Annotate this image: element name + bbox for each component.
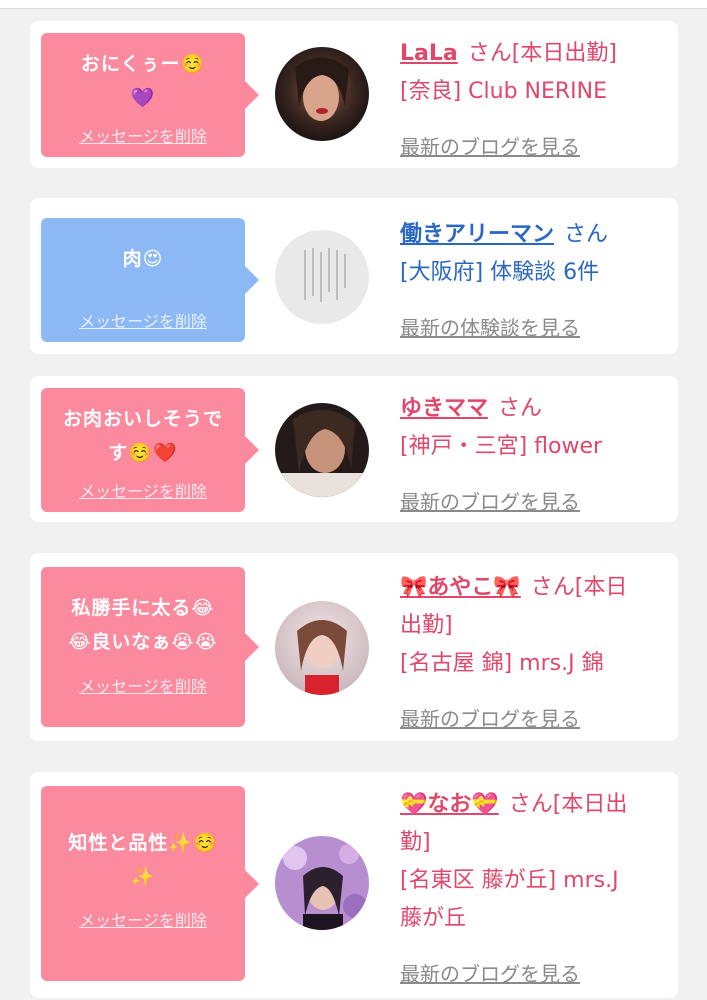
avatar[interactable] — [275, 47, 369, 141]
message-text: 知性と品性✨☺️ — [68, 832, 218, 854]
name-suffix: さん[本日出勤] — [467, 41, 617, 66]
user-name-link[interactable]: 働きアリーマン — [400, 222, 554, 247]
latest-blog-link[interactable]: 最新のブログを見る — [400, 958, 580, 987]
user-info: 🎀あやこ🎀 さん[本日 出勤] [名古屋 錦] mrs.J 錦 最新のブログを見る — [400, 569, 672, 731]
avatar[interactable] — [275, 230, 369, 324]
avatar[interactable] — [275, 836, 369, 930]
shop-name-line2: 藤が丘 — [400, 906, 467, 931]
name-suffix: さん — [498, 396, 543, 421]
profile-photo-icon — [275, 230, 369, 324]
latest-blog-link[interactable]: 最新のブログを見る — [400, 703, 580, 732]
profile-photo-icon — [275, 403, 369, 497]
user-name-link[interactable]: ゆきママ — [400, 396, 488, 421]
message-card: お肉おいしそうで す☺️❤️ メッセージを削除 ゆきママ さん [神戸・三宮] f… — [30, 376, 678, 522]
delete-message-link[interactable]: メッセージを削除 — [41, 123, 245, 147]
message-text-line2: 😂良いなぁ😭😭 — [68, 631, 218, 653]
shop-name: [奈良] Club NERINE — [400, 79, 608, 104]
delete-message-link[interactable]: メッセージを削除 — [41, 673, 245, 697]
top-divider — [0, 0, 707, 9]
latest-blog-link[interactable]: 最新のブログを見る — [400, 486, 580, 515]
message-bubble: 私勝手に太る😂 😂良いなぁ😭😭 メッセージを削除 — [41, 567, 259, 727]
latest-review-link[interactable]: 最新の体験談を見る — [400, 312, 580, 341]
message-bubble: 知性と品性✨☺️ ✨ メッセージを削除 — [41, 786, 259, 981]
latest-blog-link[interactable]: 最新のブログを見る — [400, 131, 580, 160]
avatar[interactable] — [275, 601, 369, 695]
avatar[interactable] — [275, 403, 369, 497]
profile-photo-icon — [275, 47, 369, 141]
message-text: お肉おいしそうで — [62, 408, 223, 430]
user-name-link[interactable]: 🎀あやこ🎀 — [400, 575, 521, 600]
message-card: 肉😍 メッセージを削除 働きアリーマン さん [大阪府] 体験談 6件 最新の体験… — [30, 198, 678, 354]
shop-name: [名古屋 錦] mrs.J 錦 — [400, 651, 604, 676]
user-info: 働きアリーマン さん [大阪府] 体験談 6件 最新の体験談を見る — [400, 216, 672, 340]
message-text: 肉😍 — [122, 248, 164, 270]
name-suffix: さん[本日 — [530, 575, 628, 600]
message-bubble: お肉おいしそうで す☺️❤️ メッセージを削除 — [41, 388, 259, 512]
delete-message-link[interactable]: メッセージを削除 — [41, 907, 245, 931]
shop-name: [名東区 藤が丘] mrs.J — [400, 868, 619, 893]
message-text: おにくぅー☺️ — [80, 53, 206, 75]
user-info: ゆきママ さん [神戸・三宮] flower 最新のブログを見る — [400, 390, 672, 514]
delete-message-link[interactable]: メッセージを削除 — [41, 478, 245, 502]
message-card: 知性と品性✨☺️ ✨ メッセージを削除 💝なお💝 さん[本日出 勤] [名東区 藤… — [30, 772, 678, 998]
delete-message-link[interactable]: メッセージを削除 — [41, 308, 245, 332]
shop-name: [大阪府] 体験談 6件 — [400, 260, 600, 285]
name-suffix: さん — [564, 222, 609, 247]
message-card: 私勝手に太る😂 😂良いなぁ😭😭 メッセージを削除 🎀あやこ🎀 さん[本日 出勤] … — [30, 553, 678, 741]
name-suffix: さん[本日出 — [508, 792, 628, 817]
user-name-link[interactable]: LaLa — [400, 41, 458, 66]
message-bubble: 肉😍 メッセージを削除 — [41, 218, 259, 342]
message-text: 私勝手に太る😂 — [71, 597, 215, 619]
user-info: LaLa さん[本日出勤] [奈良] Club NERINE 最新のブログを見る — [400, 35, 672, 159]
name-suffix-line2: 勤] — [400, 830, 431, 855]
profile-photo-icon — [275, 601, 369, 695]
message-card: おにくぅー☺️ 💜 メッセージを削除 LaLa さん[本日出勤] [奈良] Clu… — [30, 21, 678, 168]
user-info: 💝なお💝 さん[本日出 勤] [名東区 藤が丘] mrs.J 藤が丘 最新のブログ… — [400, 786, 672, 986]
profile-photo-icon — [275, 836, 369, 930]
message-bubble: おにくぅー☺️ 💜 メッセージを削除 — [41, 33, 259, 157]
name-suffix-line2: 出勤] — [400, 613, 453, 638]
message-text-line2: ✨ — [130, 866, 156, 888]
message-text-line2: す☺️❤️ — [108, 442, 178, 464]
shop-name: [神戸・三宮] flower — [400, 434, 603, 459]
message-text-line2: 💜 — [130, 87, 156, 109]
user-name-link[interactable]: 💝なお💝 — [400, 792, 499, 817]
